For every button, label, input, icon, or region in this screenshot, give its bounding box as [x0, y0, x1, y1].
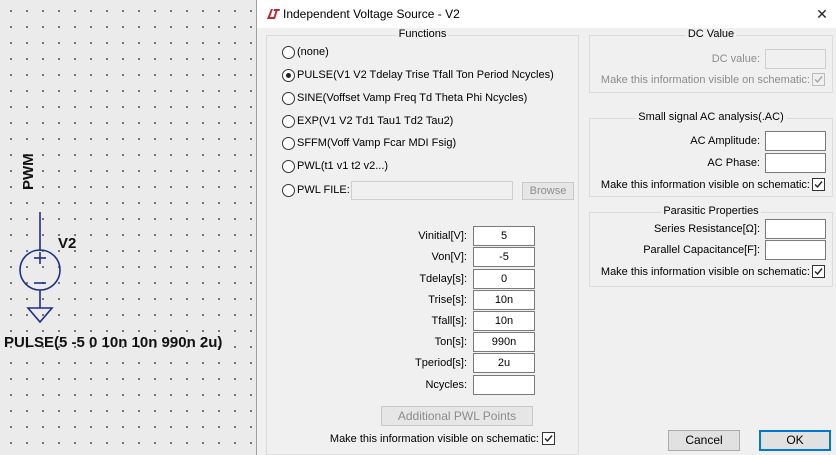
schematic-canvas[interactable]: PWM V2 PULSE(5 -5 0 10n 10n 990n 2u) [0, 0, 256, 455]
param-label-tfall: Tfall[s]: [431, 315, 467, 327]
ncycles-input[interactable] [473, 375, 535, 395]
title-bar: Independent Voltage Source - V2 ✕ [257, 0, 836, 28]
functions-group: Functions (none) PULSE(V1 V2 Tdelay Tris… [266, 28, 579, 455]
parasitic-visible-checkbox[interactable] [812, 265, 825, 278]
vinitial-input[interactable]: 5 [473, 226, 535, 246]
radio-exp[interactable]: EXP(V1 V2 Td1 Tau1 Td2 Tau2) [282, 113, 453, 129]
radio-button[interactable] [282, 159, 295, 173]
ltspice-logo-icon [267, 9, 280, 19]
parasitic-title: Parasitic Properties [661, 205, 761, 217]
radio-label: SINE(Voffset Vamp Freq Td Theta Phi Ncyc… [297, 92, 528, 104]
net-label[interactable]: PWM [20, 153, 37, 190]
radio-pwl[interactable]: PWL(t1 v1 t2 v2...) [282, 158, 388, 174]
dc-value-input[interactable] [765, 49, 826, 69]
param-label-tperiod: Tperiod[s]: [415, 357, 467, 369]
radio-sffm[interactable]: SFFM(Voff Vamp Fcar MDI Fsig) [282, 135, 456, 151]
ton-input[interactable]: 990n [473, 332, 535, 352]
functions-visible-checkbox[interactable] [542, 432, 555, 445]
cancel-button[interactable]: Cancel [668, 430, 740, 451]
dialog-title: Independent Voltage Source - V2 [283, 7, 460, 21]
checkmark-icon [814, 76, 823, 84]
checkmark-icon [814, 181, 823, 189]
component-name[interactable]: V2 [58, 235, 76, 252]
ac-analysis-group: Small signal AC analysis(.AC) AC Amplitu… [589, 111, 833, 197]
voltage-source-symbol[interactable] [0, 0, 256, 455]
dc-value-title: DC Value [685, 28, 737, 40]
radio-none[interactable]: (none) [282, 44, 329, 60]
radio-button[interactable] [282, 45, 295, 59]
functions-title: Functions [396, 28, 449, 40]
tfall-input[interactable]: 10n [473, 311, 535, 331]
dc-value-group: DC Value DC value: Make this information… [589, 28, 833, 93]
parallel-capacitance-input[interactable] [765, 240, 826, 260]
parallel-capacitance-label: Parallel Capacitance[F]: [643, 244, 760, 256]
ac-visible-checkbox[interactable] [812, 178, 825, 191]
radio-button-selected[interactable] [282, 68, 295, 82]
radio-label: PWL(t1 v1 t2 v2...) [297, 160, 389, 172]
ground-icon [26, 307, 54, 324]
checkmark-icon [814, 268, 823, 276]
series-resistance-label: Series Resistance[Ω]: [653, 223, 760, 235]
ac-analysis-title: Small signal AC analysis(.AC) [636, 111, 786, 123]
param-label-von: Von[V]: [431, 251, 467, 263]
pwl-file-input[interactable] [351, 181, 513, 200]
dc-visible-label: Make this information visible on schemat… [600, 74, 810, 86]
radio-label: PULSE(V1 V2 Tdelay Trise Tfall Ton Perio… [297, 69, 554, 81]
ac-amplitude-input[interactable] [765, 131, 826, 151]
radio-button[interactable] [282, 91, 295, 105]
checkmark-icon [544, 435, 553, 443]
additional-pwl-points-button[interactable]: Additional PWL Points [381, 406, 533, 426]
dc-visible-checkbox[interactable] [812, 73, 825, 86]
ac-visible-label: Make this information visible on schemat… [600, 179, 810, 191]
tdelay-input[interactable]: 0 [473, 269, 535, 289]
radio-pwl-file[interactable]: PWL FILE: [282, 182, 350, 198]
radio-pulse[interactable]: PULSE(V1 V2 Tdelay Trise Tfall Ton Perio… [282, 67, 554, 83]
param-label-trise: Trise[s]: [428, 294, 467, 306]
radio-label: PWL FILE: [297, 184, 350, 196]
voltage-source-dialog: Independent Voltage Source - V2 ✕ Functi… [256, 0, 836, 455]
ac-amplitude-label: AC Amplitude: [690, 135, 760, 147]
ac-phase-label: AC Phase: [707, 157, 760, 169]
component-value[interactable]: PULSE(5 -5 0 10n 10n 990n 2u) [4, 334, 222, 351]
radio-label: (none) [297, 46, 329, 58]
radio-label: EXP(V1 V2 Td1 Tau1 Td2 Tau2) [297, 115, 454, 127]
functions-visible-label: Make this information visible on schemat… [329, 433, 539, 445]
param-label-ton: Ton[s]: [434, 336, 467, 348]
radio-label: SFFM(Voff Vamp Fcar MDI Fsig) [297, 137, 457, 149]
radio-button[interactable] [282, 136, 295, 150]
von-input[interactable]: -5 [473, 247, 535, 267]
close-button[interactable]: ✕ [807, 0, 836, 28]
ac-phase-input[interactable] [765, 153, 826, 173]
dc-value-label: DC value: [711, 53, 760, 65]
radio-sine[interactable]: SINE(Voffset Vamp Freq Td Theta Phi Ncyc… [282, 90, 527, 106]
param-label-tdelay: Tdelay[s]: [419, 273, 467, 285]
ok-button[interactable]: OK [759, 430, 831, 451]
browse-button[interactable]: Browse [522, 182, 574, 200]
parasitic-visible-label: Make this information visible on schemat… [600, 266, 810, 278]
radio-button[interactable] [282, 183, 295, 197]
tperiod-input[interactable]: 2u [473, 353, 535, 373]
parasitic-group: Parasitic Properties Series Resistance[Ω… [589, 205, 833, 287]
trise-input[interactable]: 10n [473, 290, 535, 310]
series-resistance-input[interactable] [765, 219, 826, 239]
param-label-vinitial: Vinitial[V]: [418, 230, 467, 242]
radio-button[interactable] [282, 114, 295, 128]
param-label-ncycles: Ncycles: [425, 379, 467, 391]
